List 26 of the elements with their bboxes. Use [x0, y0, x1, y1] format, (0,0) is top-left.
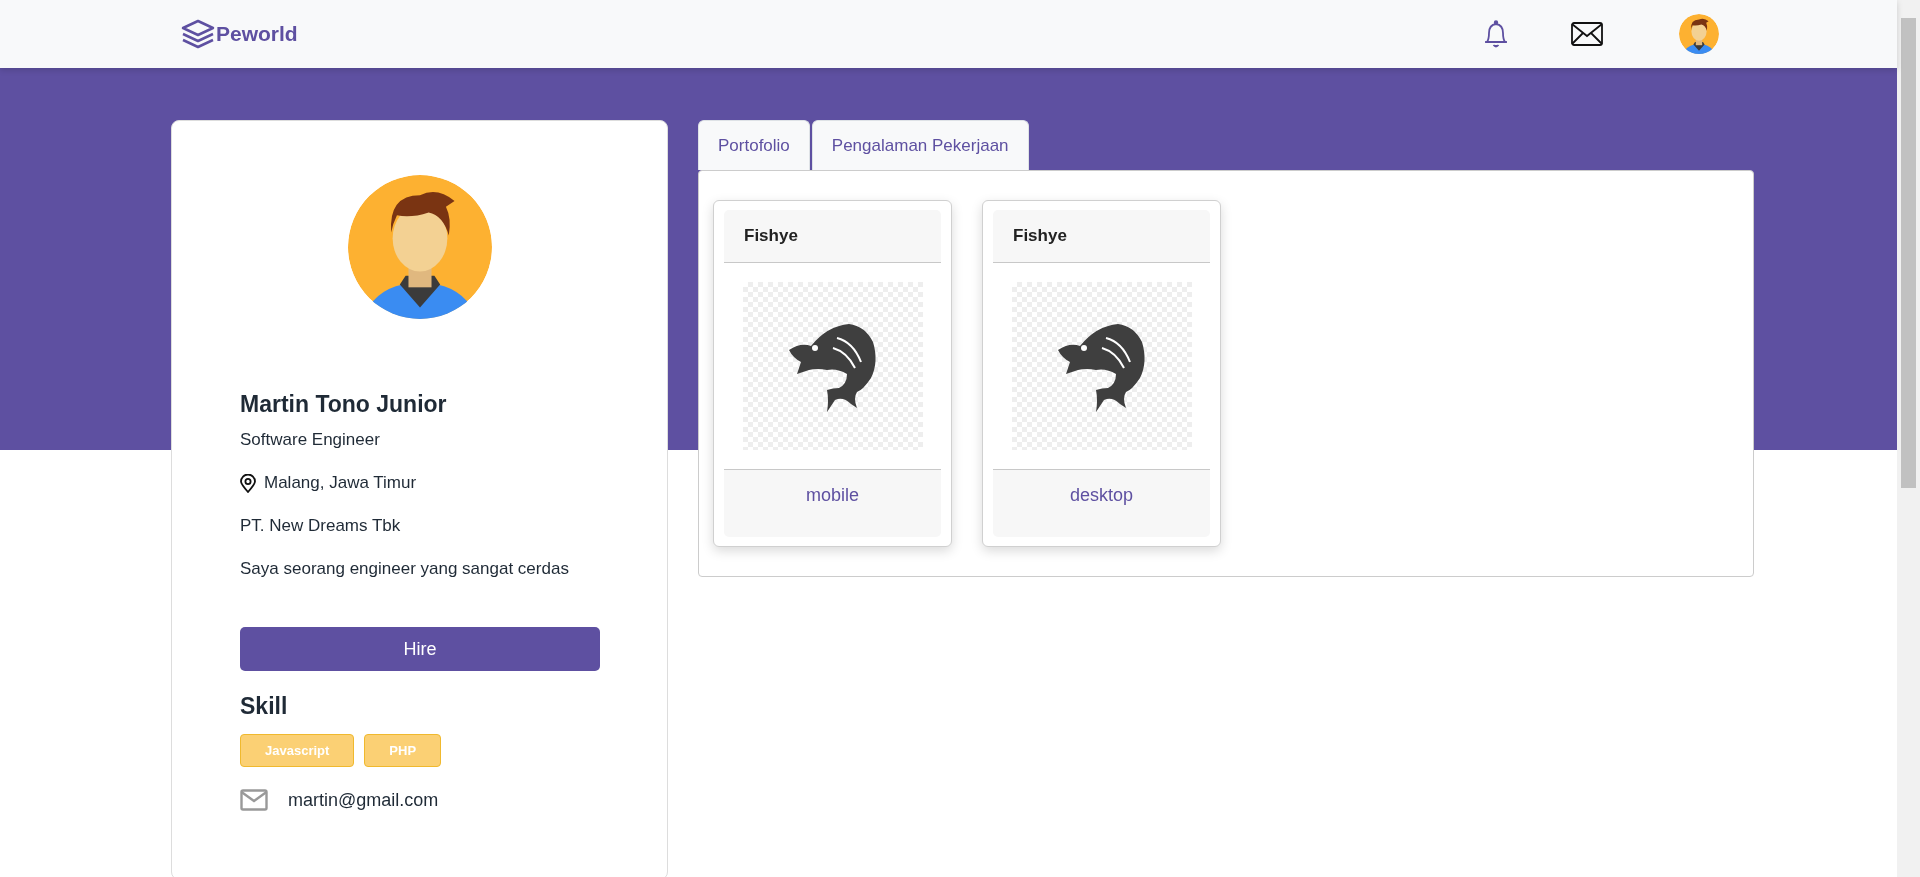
bio-text: Saya seorang engineer yang sangat cerdas: [240, 559, 570, 579]
location-text: Malang, Jawa Timur: [264, 473, 417, 493]
profile-name: Martin Tono Junior: [240, 391, 448, 418]
user-avatar[interactable]: [1679, 14, 1719, 54]
skill-heading: Skill: [240, 693, 289, 720]
portfolio-card[interactable]: Fishye mobile: [713, 200, 952, 547]
company-name: PT. New Dreams Tbk: [240, 516, 402, 536]
tab[interactable]: Portofolio: [698, 120, 810, 170]
hire-button[interactable]: Hire: [240, 627, 600, 671]
skill-tag: PHP: [364, 734, 442, 767]
project-title: Fishye: [724, 210, 941, 263]
scrollbar[interactable]: [1897, 0, 1920, 877]
project-type: desktop: [993, 469, 1210, 537]
mail-icon[interactable]: [1571, 22, 1603, 46]
job-title: Software Engineer: [240, 430, 381, 450]
email-text: martin@gmail.com: [288, 789, 439, 811]
portfolio-card[interactable]: Fishye desktop: [982, 200, 1221, 547]
location-pin-icon: [240, 473, 256, 493]
skill-tag: Javascript: [240, 734, 355, 767]
project-type: mobile: [724, 469, 941, 537]
project-title: Fishye: [993, 210, 1210, 263]
tab[interactable]: Pengalaman Pekerjaan: [811, 120, 1029, 170]
stack-logo-icon: [180, 18, 216, 50]
mail-icon: [240, 789, 268, 811]
brand-name[interactable]: Peworld: [216, 22, 298, 46]
notification-bell-icon[interactable]: [1483, 19, 1509, 49]
